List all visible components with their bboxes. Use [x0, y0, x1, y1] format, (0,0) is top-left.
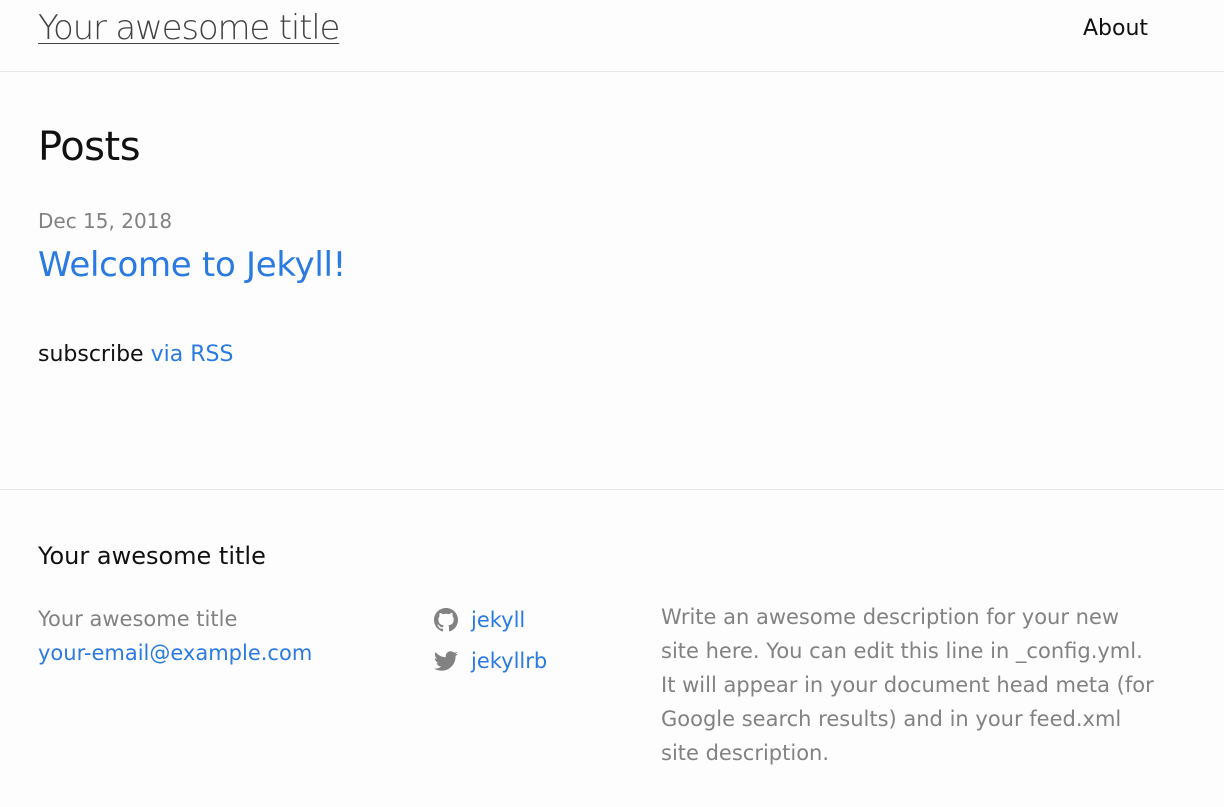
subscribe-label: subscribe	[38, 342, 144, 367]
subscribe-line: subscribe via RSS	[38, 342, 233, 367]
github-link[interactable]: jekyll	[433, 599, 547, 640]
site-header: Your awesome title About	[0, 0, 1224, 72]
footer-site-name: Your awesome title	[38, 607, 238, 631]
footer-heading: Your awesome title	[38, 542, 266, 570]
site-title-link[interactable]: Your awesome title	[38, 8, 340, 48]
nav-about-link[interactable]: About	[1083, 16, 1148, 41]
post-title-link[interactable]: Welcome to Jekyll!	[38, 245, 346, 285]
post-date: Dec 15, 2018	[38, 209, 173, 233]
posts-heading: Posts	[38, 124, 141, 170]
twitter-link[interactable]: jekyllrb	[433, 640, 547, 681]
footer-contact: Your awesome title your-email@example.co…	[38, 602, 312, 670]
github-icon	[433, 607, 459, 633]
github-username: jekyll	[471, 607, 526, 632]
site-description: Write an awesome description for your ne…	[661, 605, 1154, 765]
footer-social: jekyll jekyllrb	[433, 599, 547, 681]
twitter-icon	[433, 648, 459, 674]
site-footer: Your awesome title Your awesome title yo…	[0, 489, 1224, 807]
footer-email-link[interactable]: your-email@example.com	[38, 636, 312, 670]
twitter-username: jekyllrb	[471, 648, 548, 673]
rss-link[interactable]: via RSS	[151, 342, 234, 367]
